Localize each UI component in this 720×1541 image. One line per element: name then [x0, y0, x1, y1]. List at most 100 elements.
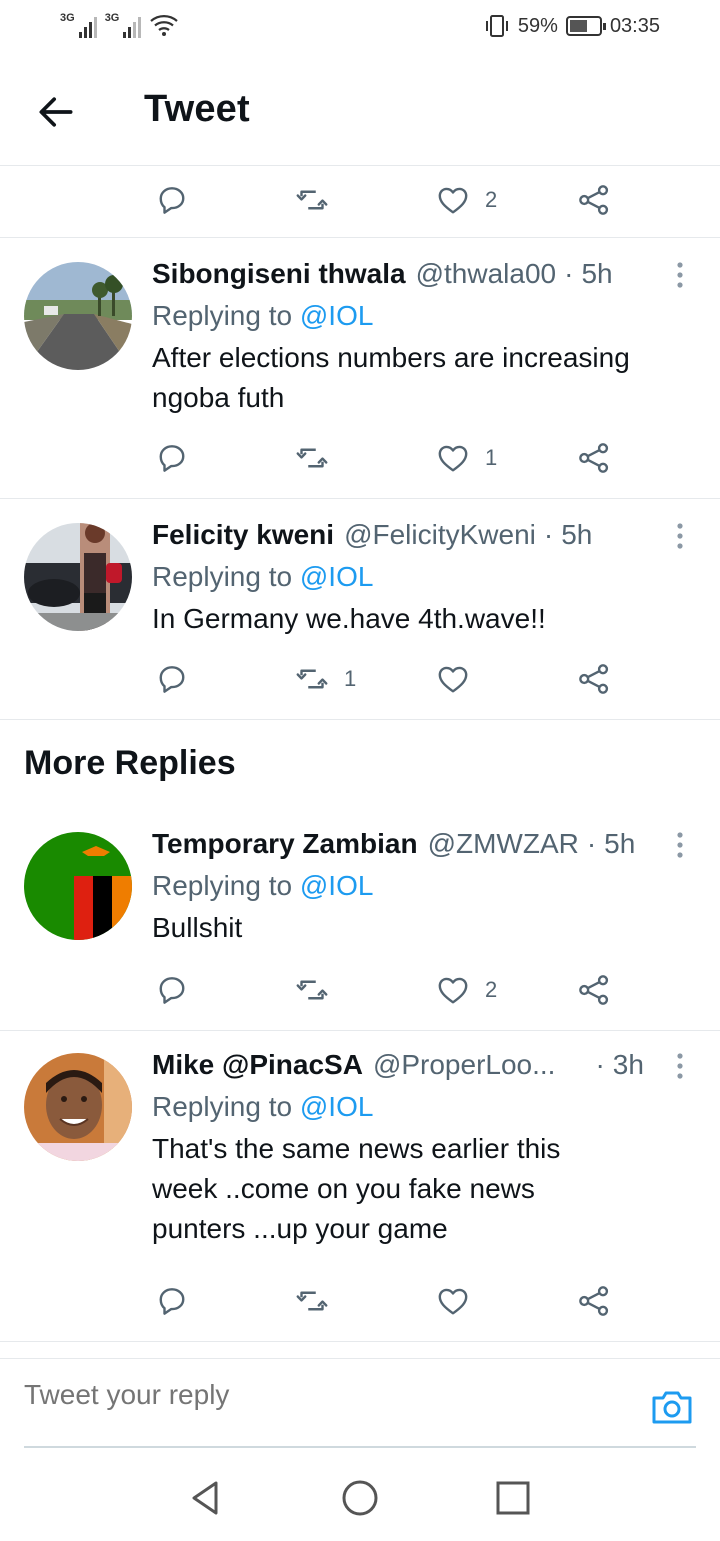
arrow-left-icon[interactable]	[34, 90, 78, 134]
battery-icon	[565, 16, 606, 36]
replying-to: Replying to @IOL	[152, 1091, 374, 1122]
reply-input[interactable]	[24, 1379, 584, 1411]
like-button[interactable]	[435, 661, 485, 697]
network-type: 3G	[60, 12, 75, 24]
like-button[interactable]	[435, 1283, 485, 1319]
more-vertical-icon[interactable]	[670, 830, 690, 860]
replying-to: Replying to @IOL	[152, 561, 374, 592]
share-button[interactable]	[576, 182, 612, 218]
signal-icon: 3G	[60, 12, 97, 38]
replying-to: Replying to @IOL	[152, 300, 374, 331]
status-bar: 3G 3G 59% 03:35	[0, 0, 720, 56]
retweet-button[interactable]: 1	[294, 661, 356, 697]
comment-icon	[154, 440, 190, 476]
heart-icon	[435, 182, 471, 218]
heart-icon	[435, 661, 471, 697]
camera-icon[interactable]	[650, 1387, 694, 1427]
more-vertical-icon[interactable]	[670, 260, 690, 290]
tweet-time[interactable]: 3h	[613, 1047, 644, 1083]
avatar[interactable]	[24, 1053, 132, 1161]
mention-link[interactable]: @IOL	[300, 870, 374, 901]
retweet-icon	[294, 440, 330, 476]
clock: 03:35	[609, 14, 660, 37]
author-name[interactable]: Mike @PinacSA	[152, 1047, 363, 1083]
avatar[interactable]	[24, 832, 132, 940]
share-button[interactable]	[576, 661, 612, 697]
like-button[interactable]: 1	[435, 440, 497, 476]
more-replies-section: More Replies	[0, 720, 720, 810]
author-handle[interactable]: @FelicityKweni	[344, 517, 536, 553]
reply-button[interactable]	[154, 182, 190, 218]
comment-icon	[154, 1283, 190, 1319]
mention-link[interactable]: @IOL	[300, 561, 374, 592]
reply-button[interactable]	[154, 440, 190, 476]
heart-icon	[435, 972, 471, 1008]
signal-icon: 3G	[105, 12, 142, 38]
author-name[interactable]: Temporary Zambian	[152, 826, 418, 862]
like-count: 2	[485, 187, 498, 212]
author-handle[interactable]: @ProperLoo...	[373, 1047, 556, 1083]
replying-to: Replying to @IOL	[152, 870, 374, 901]
share-icon	[576, 440, 612, 476]
comment-icon	[154, 972, 190, 1008]
tweet-time[interactable]: 5h	[561, 517, 592, 553]
retweet-icon	[294, 972, 330, 1008]
nav-recents-icon[interactable]	[493, 1478, 533, 1518]
wifi-icon	[150, 15, 179, 36]
reply-button[interactable]	[154, 661, 190, 697]
retweet-button[interactable]	[294, 182, 330, 218]
tweet-time[interactable]: 5h	[604, 826, 635, 862]
tweet-text: After elections numbers are increasing n…	[152, 342, 630, 413]
retweet-icon	[294, 182, 330, 218]
author-name[interactable]: Sibongiseni thwala	[152, 256, 406, 292]
author-handle[interactable]: @ZMWZAR	[428, 826, 579, 862]
nav-back-icon[interactable]	[186, 1478, 226, 1518]
comment-icon	[154, 661, 190, 697]
retweet-button[interactable]	[294, 440, 344, 476]
share-icon	[576, 972, 612, 1008]
share-button[interactable]	[576, 440, 612, 476]
retweet-button[interactable]	[294, 972, 344, 1008]
heart-icon	[435, 1283, 471, 1319]
share-icon	[576, 661, 612, 697]
share-button[interactable]	[576, 972, 612, 1008]
reply-tweet[interactable]: Temporary Zambian @ZMWZAR · 5h Replying …	[0, 810, 720, 1031]
vibrate-icon	[485, 15, 508, 37]
reply-button[interactable]	[154, 972, 190, 1008]
like-count: 2	[485, 977, 498, 1002]
section-heading: More Replies	[24, 744, 236, 782]
author-name[interactable]: Felicity kweni	[152, 517, 334, 553]
like-count: 1	[485, 445, 498, 470]
share-icon	[576, 182, 612, 218]
more-vertical-icon[interactable]	[670, 521, 690, 551]
reply-button[interactable]	[154, 1283, 190, 1319]
nav-home-icon[interactable]	[340, 1478, 380, 1518]
reply-tweet[interactable]: Sibongiseni thwala @thwala00 · 5h Replyi…	[0, 238, 720, 499]
tweet-time[interactable]: 5h	[581, 256, 612, 292]
retweet-count: 1	[344, 666, 357, 691]
reply-composer	[0, 1358, 720, 1448]
more-vertical-icon[interactable]	[670, 1051, 690, 1081]
tweet-text: Bullshit	[152, 912, 243, 943]
page-title: Tweet	[144, 88, 250, 130]
author-handle[interactable]: @thwala00	[416, 256, 557, 292]
retweet-icon	[294, 1283, 330, 1319]
heart-icon	[435, 440, 471, 476]
share-button[interactable]	[576, 1283, 612, 1319]
like-button[interactable]: 2	[435, 972, 497, 1008]
mention-link[interactable]: @IOL	[300, 1091, 374, 1122]
reply-tweet[interactable]: Mike @PinacSA @ProperLoo... · 3h Replyin…	[0, 1031, 720, 1342]
tweet-actions: 2	[0, 166, 720, 238]
network-type: 3G	[104, 12, 120, 24]
avatar[interactable]	[24, 262, 132, 370]
tweet-text: In Germany we.have 4th.wave!!	[152, 603, 546, 634]
battery-percent: 59%	[517, 14, 558, 37]
retweet-button[interactable]	[294, 1283, 344, 1319]
comment-icon	[154, 182, 190, 218]
reply-tweet[interactable]: Felicity kweni @FelicityKweni · 5h Reply…	[0, 499, 720, 720]
share-icon	[576, 1283, 612, 1319]
like-button[interactable]: 2	[435, 182, 497, 218]
avatar[interactable]	[24, 523, 132, 631]
mention-link[interactable]: @IOL	[300, 300, 374, 331]
retweet-icon	[294, 661, 330, 697]
